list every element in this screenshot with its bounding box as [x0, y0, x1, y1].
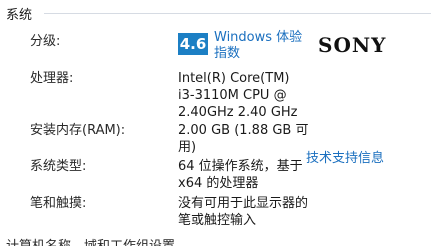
processor-label: 处理器:	[30, 71, 74, 86]
system-type-label: 系统类型:	[30, 159, 87, 174]
section-title: 系统	[6, 8, 33, 23]
rating-label: 分级:	[30, 34, 61, 49]
support-info-link[interactable]: 技术支持信息	[306, 150, 384, 167]
computer-name-section-title: 计算机名称、域和工作组设置	[6, 238, 175, 246]
pen-touch-label: 笔和触摸:	[30, 196, 87, 211]
system-type-value: 64 位操作系统，基于 x64 的处理器	[178, 159, 303, 191]
processor-value: Intel(R) Core(TM) i3-3110M CPU @ 2.40GHz…	[178, 71, 298, 120]
oem-logo: SONY	[318, 33, 387, 57]
memory-label: 安装内存(RAM):	[30, 123, 126, 138]
memory-value: 2.00 GB (1.88 GB 可 用)	[178, 123, 309, 155]
pen-touch-value: 没有可用于此显示器的 笔或触控输入	[178, 196, 309, 228]
windows-experience-index-link[interactable]: Windows 体验 指数	[214, 30, 306, 62]
section-divider	[44, 13, 431, 14]
system-properties-panel: 系统 分级: 4.6 Windows 体验 指数 SONY 处理器: Intel…	[0, 0, 431, 246]
experience-index-score-badge[interactable]: 4.6	[178, 33, 208, 55]
